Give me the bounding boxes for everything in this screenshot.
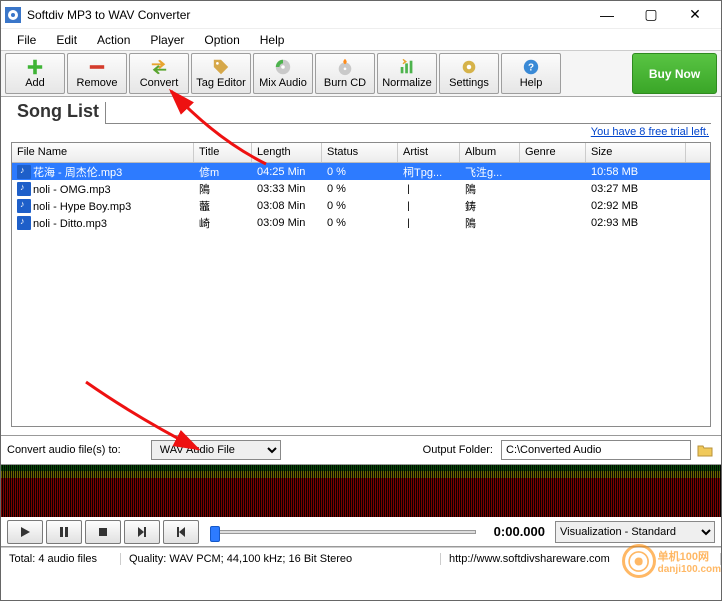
audio-file-icon	[17, 165, 31, 179]
stop-button[interactable]	[85, 520, 121, 544]
grid-header[interactable]: File Name Title Length Status Artist Alb…	[12, 143, 710, 163]
menu-edit[interactable]: Edit	[46, 31, 87, 49]
song-list-heading: Song List	[11, 101, 105, 124]
col-title[interactable]: Title	[194, 143, 252, 162]
menubar: File Edit Action Player Option Help	[1, 29, 721, 51]
col-album[interactable]: Album	[460, 143, 520, 162]
watermark: ⦿ 单机100网danji100.com	[622, 544, 721, 578]
help-button[interactable]: ?Help	[501, 53, 561, 94]
gear-icon	[459, 58, 479, 76]
table-row[interactable]: noli - Ditto.mp3崎03:09 Min0 %〡隝02:93 MB	[12, 214, 710, 231]
help-icon: ?	[521, 58, 541, 76]
convert-bar: Convert audio file(s) to: WAV Audio File…	[1, 435, 721, 465]
tag-editor-button[interactable]: Tag Editor	[191, 53, 251, 94]
remove-button[interactable]: Remove	[67, 53, 127, 94]
format-select[interactable]: WAV Audio File	[151, 440, 281, 460]
plus-icon	[25, 58, 45, 76]
toolbar: Add Remove Convert Tag Editor Mix Audio …	[1, 51, 721, 97]
svg-text:?: ?	[528, 63, 534, 74]
col-length[interactable]: Length	[252, 143, 322, 162]
col-status[interactable]: Status	[322, 143, 398, 162]
convert-icon	[149, 58, 169, 76]
close-button[interactable]: ✕	[673, 1, 717, 29]
window-title: Softdiv MP3 to WAV Converter	[27, 8, 585, 22]
menu-player[interactable]: Player	[140, 31, 194, 49]
cd-burn-icon	[335, 58, 355, 76]
player-bar: 0:00.000 Visualization - Standard	[1, 517, 721, 547]
minus-icon	[87, 58, 107, 76]
normalize-icon	[397, 58, 417, 76]
add-button[interactable]: Add	[5, 53, 65, 94]
time-display: 0:00.000	[494, 524, 545, 539]
app-icon	[5, 7, 21, 23]
menu-file[interactable]: File	[7, 31, 46, 49]
output-folder-input[interactable]	[501, 440, 691, 460]
visualization-select[interactable]: Visualization - Standard	[555, 521, 715, 543]
table-row[interactable]: 花海 - 周杰伦.mp3偐m04:25 Min0 %柌Tpg...飞泩g...1…	[12, 163, 710, 180]
browse-folder-button[interactable]	[695, 440, 715, 460]
play-button[interactable]	[7, 520, 43, 544]
list-header: Song List	[1, 97, 721, 124]
convert-to-label: Convert audio file(s) to:	[7, 444, 121, 456]
settings-button[interactable]: Settings	[439, 53, 499, 94]
trial-link[interactable]: You have 8 free trial left.	[591, 126, 709, 138]
song-grid: File Name Title Length Status Artist Alb…	[11, 142, 711, 427]
col-filename[interactable]: File Name	[12, 143, 194, 162]
status-quality: Quality: WAV PCM; 44,100 kHz; 16 Bit Ste…	[121, 553, 441, 565]
visualizer	[1, 465, 721, 517]
menu-help[interactable]: Help	[250, 31, 295, 49]
convert-button[interactable]: Convert	[129, 53, 189, 94]
output-folder-label: Output Folder:	[423, 444, 493, 456]
tag-icon	[211, 58, 231, 76]
status-total: Total: 4 audio files	[1, 553, 121, 565]
menu-option[interactable]: Option	[194, 31, 249, 49]
minimize-button[interactable]: —	[585, 1, 629, 29]
folder-icon	[697, 443, 713, 457]
pause-button[interactable]	[46, 520, 82, 544]
normalize-button[interactable]: Normalize	[377, 53, 437, 94]
table-row[interactable]: noli - OMG.mp3隝03:33 Min0 %〡隝03:27 MB	[12, 180, 710, 197]
titlebar: Softdiv MP3 to WAV Converter — ▢ ✕	[1, 1, 721, 29]
burn-cd-button[interactable]: Burn CD	[315, 53, 375, 94]
buy-now-button[interactable]: Buy Now	[632, 53, 717, 94]
next-button[interactable]	[124, 520, 160, 544]
audio-file-icon	[17, 182, 31, 196]
cd-mix-icon	[273, 58, 293, 76]
col-size[interactable]: Size	[586, 143, 686, 162]
menu-action[interactable]: Action	[87, 31, 140, 49]
col-artist[interactable]: Artist	[398, 143, 460, 162]
col-genre[interactable]: Genre	[520, 143, 586, 162]
mix-audio-button[interactable]: Mix Audio	[253, 53, 313, 94]
audio-file-icon	[17, 216, 31, 230]
prev-button[interactable]	[163, 520, 199, 544]
seek-slider[interactable]	[210, 526, 476, 538]
maximize-button[interactable]: ▢	[629, 1, 673, 29]
audio-file-icon	[17, 199, 31, 213]
status-bar: Total: 4 audio files Quality: WAV PCM; 4…	[1, 547, 721, 569]
table-row[interactable]: noli - Hype Boy.mp3虌03:08 Min0 %〡鋳02:92 …	[12, 197, 710, 214]
